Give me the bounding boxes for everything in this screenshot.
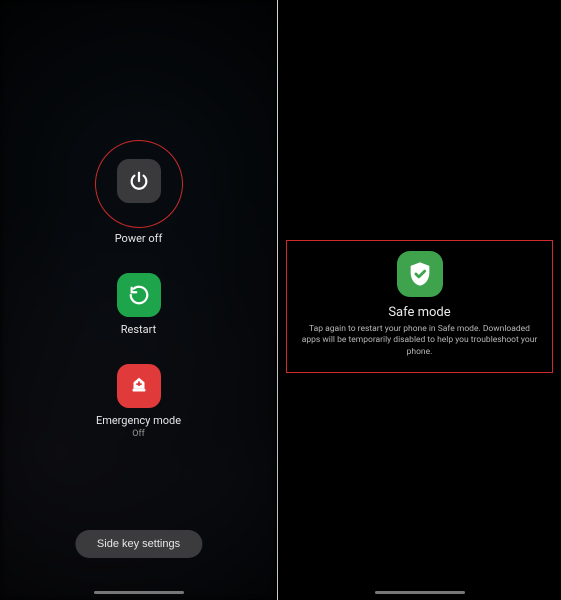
emergency-sublabel: Off — [132, 429, 144, 439]
power-off-button[interactable]: Power off — [95, 140, 183, 245]
safemode-description: Tap again to restart your phone in Safe … — [295, 324, 544, 358]
emergency-mode-button[interactable]: Emergency mode Off — [96, 364, 181, 438]
emergency-icon — [117, 364, 161, 408]
restart-label: Restart — [121, 323, 156, 336]
power-icon — [117, 159, 161, 203]
safemode-title: Safe mode — [295, 305, 544, 320]
restart-button[interactable]: Restart — [117, 273, 161, 336]
restart-icon — [117, 273, 161, 317]
highlight-circle — [95, 140, 183, 228]
power-off-label: Power off — [115, 232, 163, 245]
power-menu-screen: Power off Restart Emergenc — [0, 0, 278, 600]
safemode-card[interactable]: Safe mode Tap again to restart your phon… — [286, 240, 553, 373]
emergency-label: Emergency mode — [96, 414, 181, 427]
safemode-prompt-screen: Safe mode Tap again to restart your phon… — [278, 0, 561, 600]
shield-check-icon — [397, 251, 443, 297]
